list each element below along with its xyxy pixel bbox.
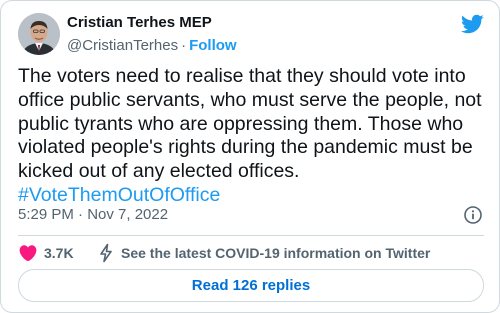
tweet-body: The voters need to realise that they sho… bbox=[18, 65, 482, 183]
divider bbox=[18, 235, 484, 236]
read-replies-button[interactable]: Read 126 replies bbox=[18, 269, 484, 302]
covid-info-link[interactable]: See the latest COVID-19 information on T… bbox=[121, 241, 430, 265]
author-name[interactable]: Cristian Terhes MEP bbox=[67, 13, 237, 33]
like-count[interactable]: 3.7K bbox=[44, 241, 74, 265]
author-handle[interactable]: @CristianTerhes bbox=[67, 37, 178, 54]
follow-button[interactable]: Follow bbox=[189, 37, 237, 54]
tweet-header: Cristian Terhes MEP @CristianTerhes · Foll… bbox=[18, 13, 484, 57]
author-info: Cristian Terhes MEP @CristianTerhes · Foll… bbox=[67, 13, 237, 56]
tweet-text: The voters need to realise that they sho… bbox=[18, 65, 484, 208]
separator-dot: · bbox=[181, 37, 187, 54]
tweet-card: Cristian Terhes MEP @CristianTerhes · Foll… bbox=[0, 0, 500, 313]
info-icon[interactable] bbox=[463, 205, 483, 225]
author-subline: @CristianTerhes · Follow bbox=[67, 36, 237, 56]
tweet-timestamp[interactable]: 5:29 PM · Nov 7, 2022 bbox=[18, 205, 168, 225]
tweet-actions: 3.7K See the latest COVID-19 information… bbox=[18, 241, 484, 265]
heart-icon[interactable] bbox=[18, 243, 38, 263]
avatar-photo bbox=[18, 13, 60, 55]
lightning-bolt-icon bbox=[100, 243, 112, 263]
author-avatar[interactable] bbox=[18, 13, 60, 55]
twitter-bird-icon[interactable] bbox=[460, 14, 484, 34]
